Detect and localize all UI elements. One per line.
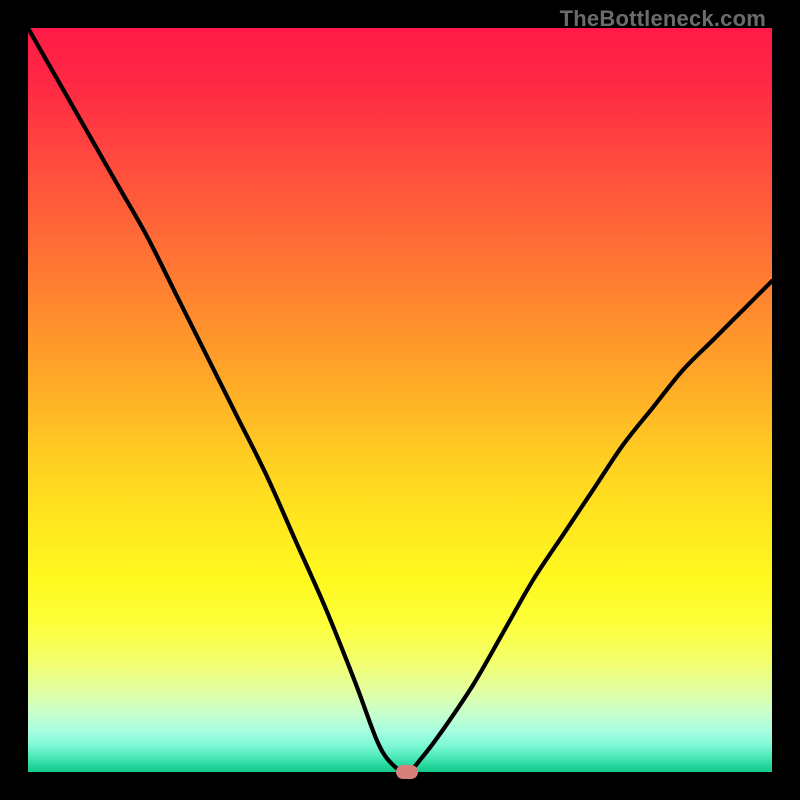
chart-frame: TheBottleneck.com [0,0,800,800]
plot-area [28,28,772,772]
watermark-text: TheBottleneck.com [560,6,766,32]
